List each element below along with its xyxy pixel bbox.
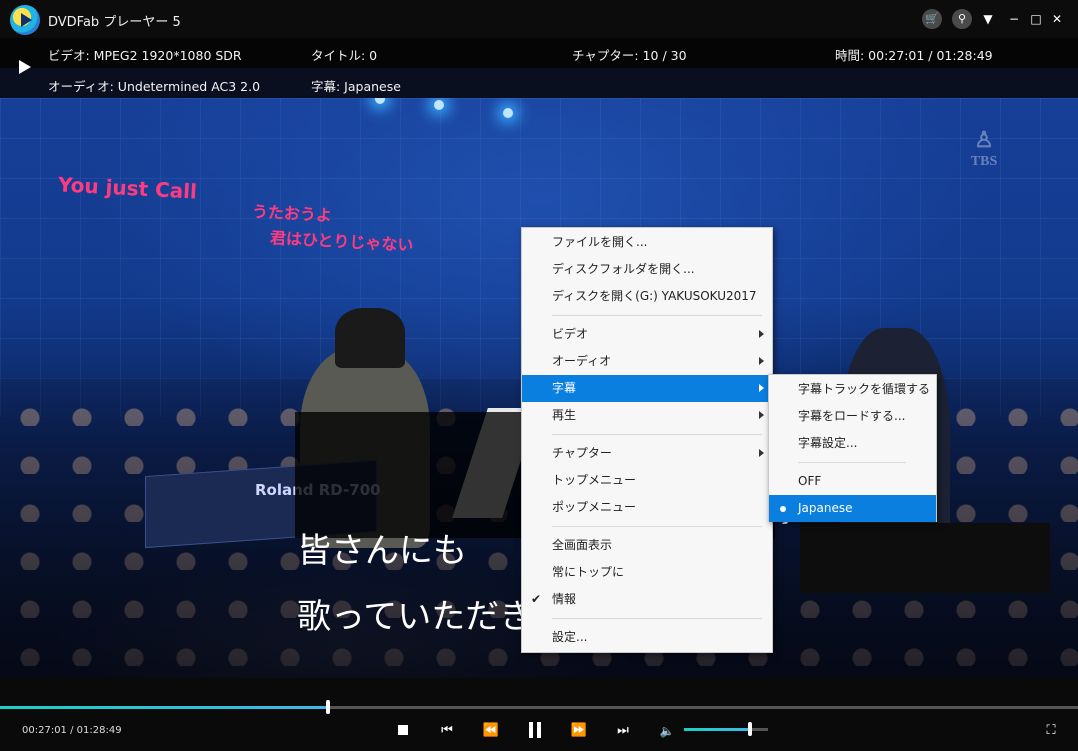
menu-item-top-menu[interactable]: トップメニュー	[522, 467, 772, 494]
video-info: ビデオ: MPEG2 1920*1080 SDR	[48, 48, 242, 63]
radio-dot-icon	[780, 506, 786, 512]
minimize-icon[interactable]: −	[1004, 9, 1024, 29]
watermark-label: TBS	[970, 154, 998, 169]
menu-separator	[798, 462, 906, 463]
control-bar	[0, 678, 1078, 751]
pause-icon[interactable]	[528, 722, 542, 738]
menu-separator	[552, 526, 762, 527]
context-menu: ファイルを開く... ディスクフォルダを開く... ディスクを開く(G:) YA…	[521, 227, 773, 653]
fullscreen-icon[interactable]: ⛶	[1042, 722, 1060, 740]
volume-handle[interactable]	[747, 722, 752, 736]
stop-icon[interactable]	[398, 725, 408, 735]
submenu-arrow-icon	[759, 449, 764, 457]
stage-light	[503, 108, 513, 118]
menu-item-label: 設定...	[552, 630, 588, 644]
seek-bar[interactable]	[0, 700, 1078, 714]
menu-item-audio[interactable]: オーディオ	[522, 348, 772, 375]
badge-icon[interactable]: ⚲	[952, 9, 972, 29]
menu-item-settings[interactable]: 設定...	[522, 624, 772, 651]
menu-separator	[552, 618, 762, 619]
time-display: 00:27:01 / 01:28:49	[22, 725, 122, 736]
submenu-item-cycle-track[interactable]: 字幕トラックを循環する	[769, 376, 936, 403]
menu-item-open-disc[interactable]: ディスクを開く(G:) YAKUSOKU2017	[522, 283, 772, 310]
music-stand	[800, 523, 1050, 593]
menu-item-label: ビデオ	[552, 327, 589, 341]
submenu-item-subtitle-settings[interactable]: 字幕設定...	[769, 430, 936, 457]
maximize-icon[interactable]: □	[1026, 9, 1046, 29]
submenu-item-load-subtitle[interactable]: 字幕をロードする...	[769, 403, 936, 430]
menu-item-label: 常にトップに	[552, 565, 625, 579]
submenu-item-label: 字幕トラックを循環する	[798, 382, 931, 396]
submenu-item-off[interactable]: OFF	[769, 468, 936, 495]
subtitle-line-1: 皆さんにも	[297, 531, 467, 571]
menu-item-label: オーディオ	[552, 354, 612, 368]
volume-slider[interactable]	[684, 722, 768, 736]
menu-item-label: ポップメニュー	[552, 500, 637, 514]
submenu-arrow-icon	[759, 411, 764, 419]
subtitle-info: 字幕: Japanese	[311, 79, 401, 94]
menu-separator	[552, 315, 762, 316]
audio-info: オーディオ: Undetermined AC3 2.0	[48, 79, 261, 94]
menu-item-info[interactable]: ✔ 情報	[522, 586, 772, 613]
rewind-icon[interactable]: ⏪	[482, 722, 500, 740]
cart-icon[interactable]: 🛒	[922, 9, 942, 29]
menu-item-open-disc-folder[interactable]: ディスクフォルダを開く...	[522, 256, 772, 283]
submenu-item-japanese[interactable]: Japanese	[769, 495, 936, 522]
menu-item-label: チャプター	[552, 446, 612, 460]
time-info: 時間: 00:27:01 / 01:28:49	[835, 48, 993, 63]
menu-item-label: 再生	[552, 408, 577, 422]
seek-handle[interactable]	[325, 700, 330, 714]
next-icon[interactable]: ⏭	[614, 722, 632, 740]
performer-hat	[335, 308, 405, 368]
menu-item-label: ファイルを開く...	[552, 235, 648, 249]
menu-item-always-on-top[interactable]: 常にトップに	[522, 559, 772, 586]
title-info: タイトル: 0	[311, 48, 378, 63]
previous-icon[interactable]: ⏮	[438, 722, 456, 740]
menu-separator	[552, 434, 762, 435]
menu-item-label: トップメニュー	[552, 473, 637, 487]
broadcaster-watermark: ♙ TBS	[962, 126, 1006, 174]
submenu-arrow-icon	[759, 384, 764, 392]
menu-item-open-file[interactable]: ファイルを開く...	[522, 229, 772, 256]
lyric-line: うたおうよ	[251, 201, 333, 226]
seek-bar-progress	[0, 706, 328, 709]
menu-down-icon[interactable]: ▼	[978, 9, 998, 29]
volume-icon[interactable]: 🔈	[658, 722, 676, 740]
submenu-item-label: Japanese	[798, 501, 853, 515]
submenu-item-label: OFF	[798, 474, 822, 488]
submenu-item-label: 字幕をロードする...	[798, 409, 906, 423]
submenu-arrow-icon	[759, 330, 764, 338]
chapter-info: チャプター: 10 / 30	[572, 48, 687, 63]
menu-item-label: 情報	[552, 592, 577, 606]
subtitle-submenu: 字幕トラックを循環する 字幕をロードする... 字幕設定... OFF Japa…	[768, 374, 937, 522]
menu-item-pop-menu[interactable]: ポップメニュー	[522, 494, 772, 521]
stage-light	[434, 100, 444, 110]
submenu-item-label: 字幕設定...	[798, 436, 858, 450]
play-icon[interactable]	[19, 60, 31, 74]
volume-level	[684, 728, 750, 731]
subtitle-line-2: 歌っていただき	[297, 597, 534, 637]
menu-item-fullscreen[interactable]: 全画面表示	[522, 532, 772, 559]
menu-item-label: 字幕	[552, 381, 577, 395]
checkmark-icon: ✔	[531, 592, 542, 606]
title-bar: DVDFab プレーヤー 5 🛒 ⚲ ▼ − □ ✕	[0, 0, 1078, 38]
fast-forward-icon[interactable]: ⏩	[570, 722, 588, 740]
dvdfab-logo-icon	[10, 5, 40, 35]
menu-item-chapter[interactable]: チャプター	[522, 440, 772, 467]
app-title: DVDFab プレーヤー 5	[48, 15, 181, 30]
watermark-figure-icon: ♙	[974, 127, 994, 152]
menu-item-label: ディスクフォルダを開く...	[552, 262, 695, 276]
menu-item-playback[interactable]: 再生	[522, 402, 772, 429]
menu-item-label: ディスクを開く(G:) YAKUSOKU2017	[552, 289, 757, 303]
menu-item-label: 全画面表示	[552, 538, 613, 552]
submenu-arrow-icon	[759, 357, 764, 365]
close-icon[interactable]: ✕	[1047, 9, 1067, 29]
menu-item-video[interactable]: ビデオ	[522, 321, 772, 348]
menu-item-subtitles[interactable]: 字幕	[522, 375, 772, 402]
